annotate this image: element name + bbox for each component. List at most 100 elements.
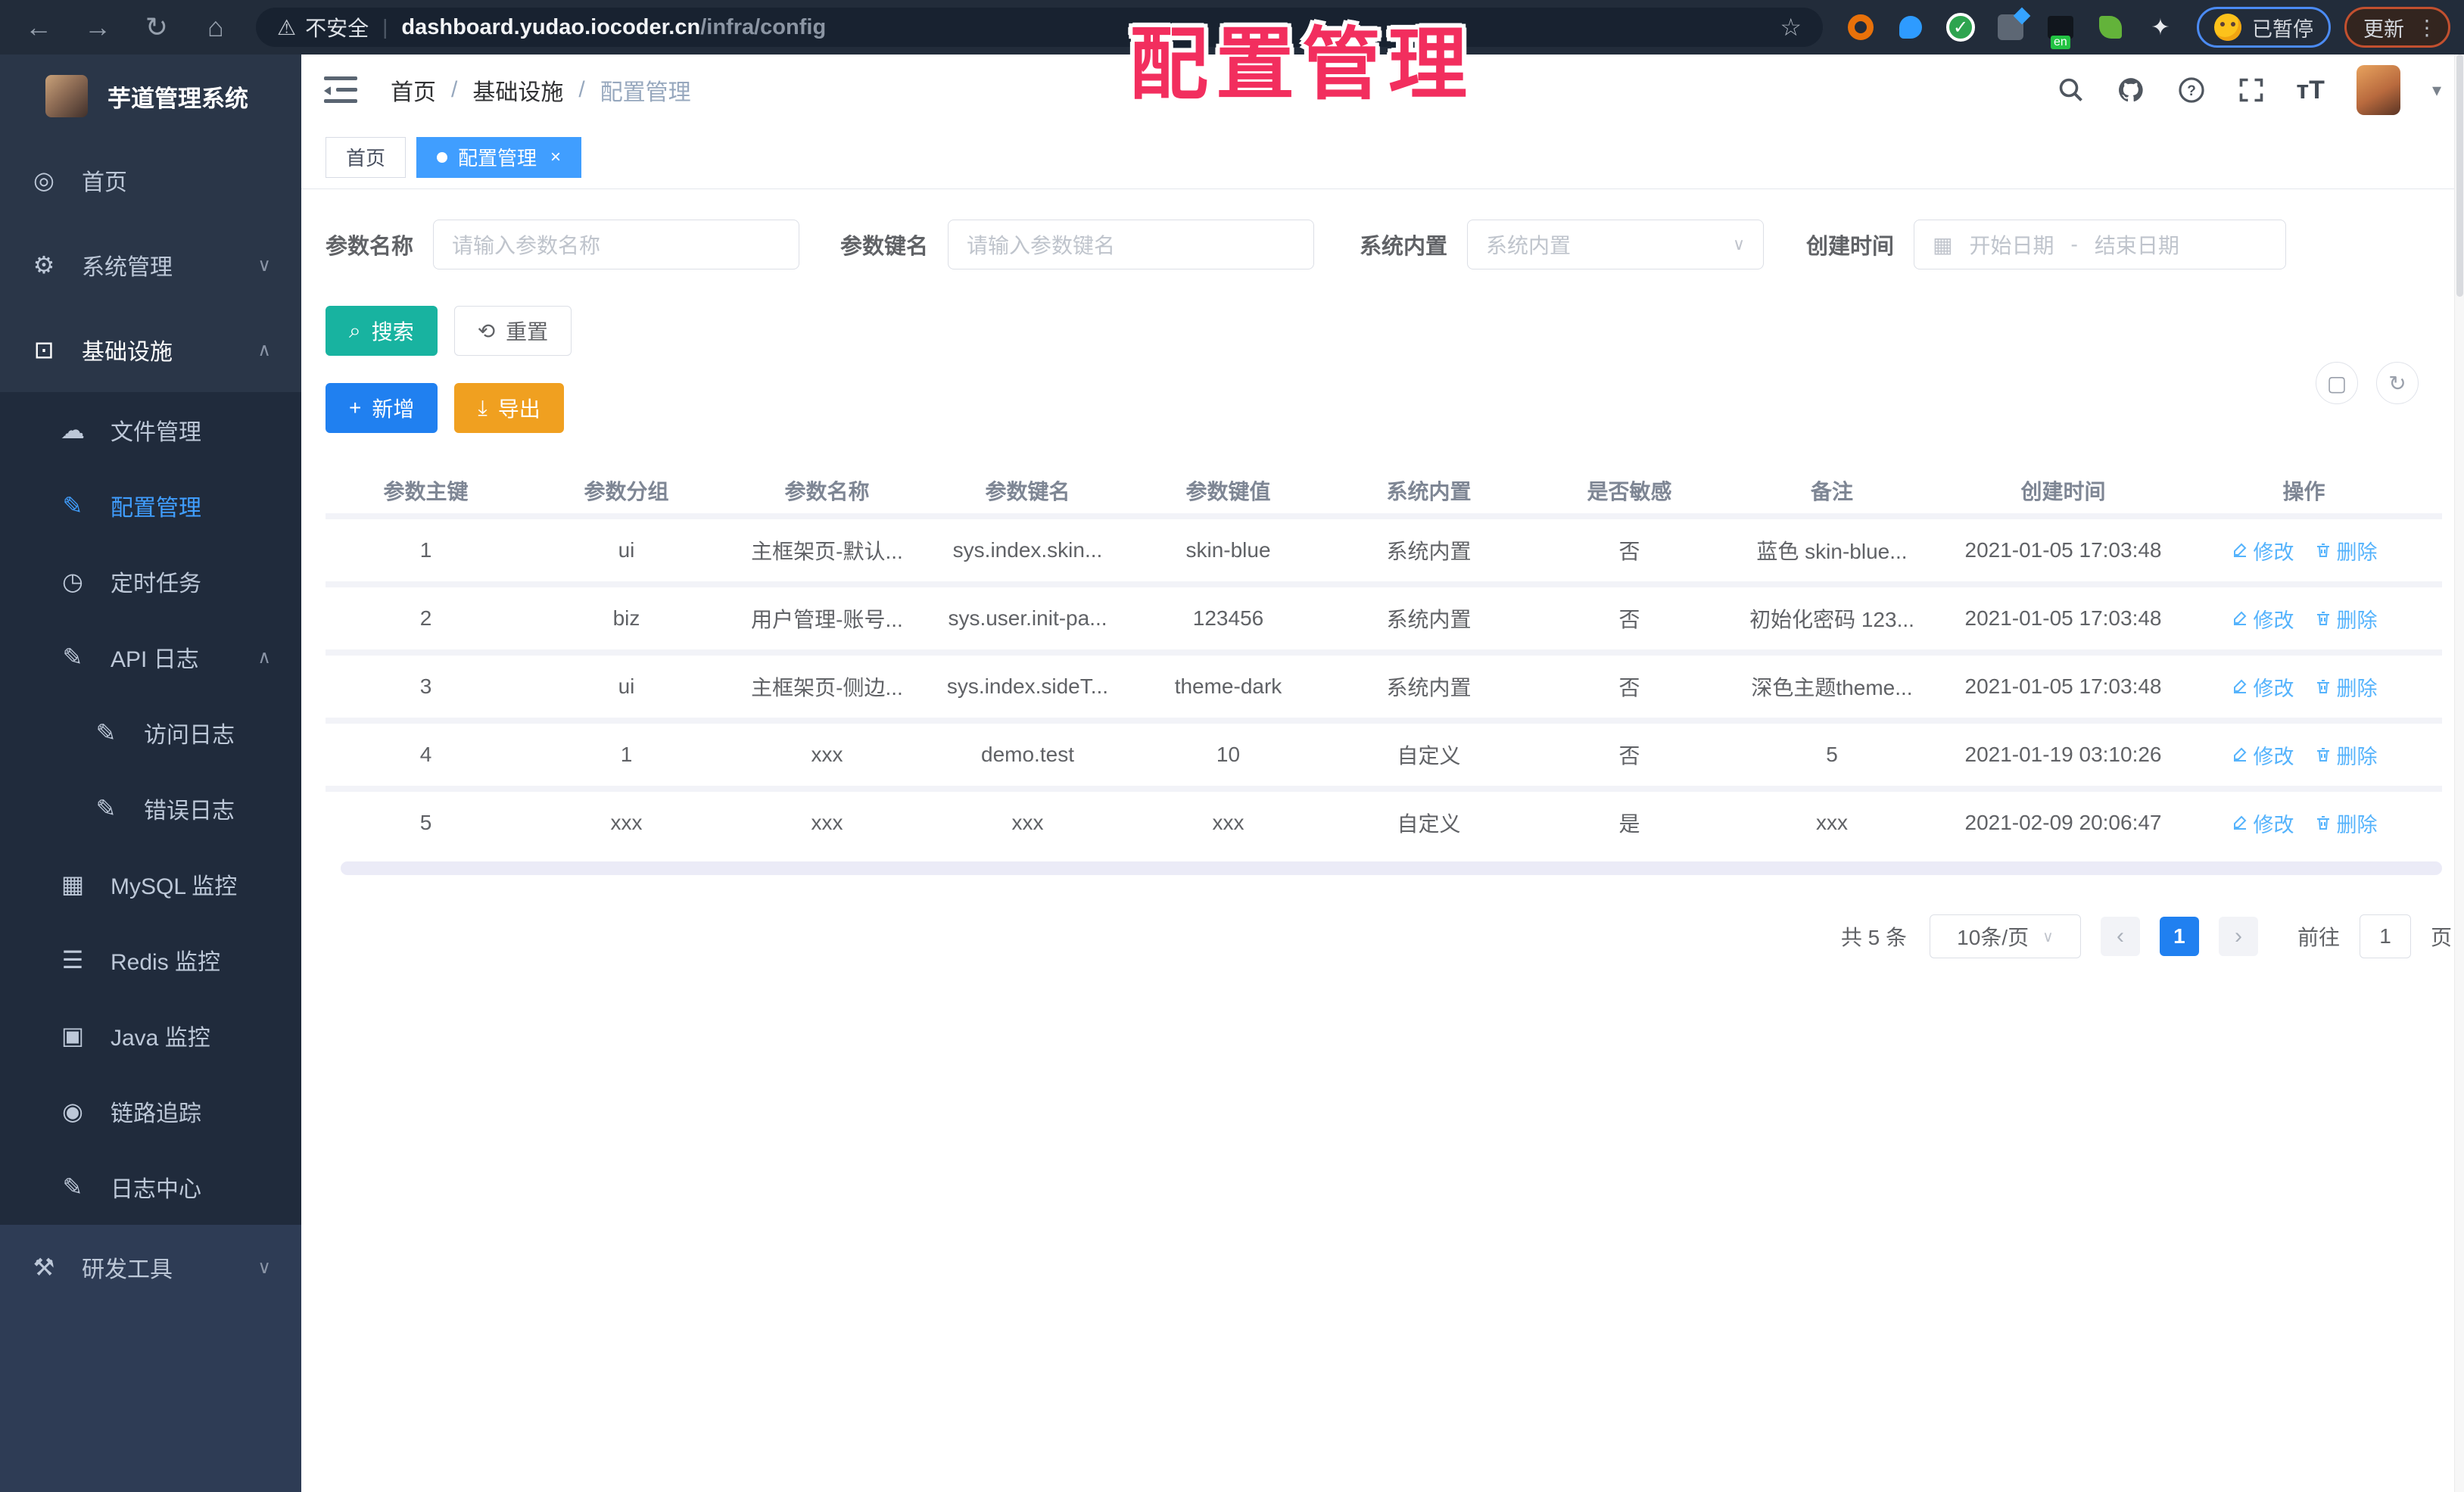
window-scrollbar[interactable] <box>2454 55 2464 1492</box>
extension-orange-icon[interactable] <box>1846 12 1876 42</box>
paused-badge[interactable]: 已暂停 <box>2197 7 2331 48</box>
dashboard-icon: ◎ <box>33 167 55 194</box>
cell-创建时间: 2021-01-05 17:03:48 <box>1964 674 2162 698</box>
delete-link[interactable]: 删除 <box>2314 740 2378 770</box>
delete-link[interactable]: 删除 <box>2314 672 2378 702</box>
reload-icon[interactable]: ↻ <box>127 11 186 43</box>
tab-close-icon[interactable]: × <box>550 147 561 168</box>
page-size-select[interactable]: 10条/页 ∨ <box>1929 914 2081 958</box>
cell-是否敏感: 是 <box>1618 812 1640 836</box>
sidebar-item-8[interactable]: ✎ 错误日志 <box>0 771 301 846</box>
scrollbar-thumb[interactable] <box>2456 55 2463 297</box>
sidebar-nav: ◎ 首页 ⚙ 系统管理 ∨ ⊡ 基础设施 ∧ ☁ 文件管理 ✎ 配置管理 ◷ 定时任务 ✎ API 日志 ∧ ✎ 访… <box>0 138 301 1225</box>
cloud-icon: ☁ <box>61 416 85 444</box>
extension-gray-icon[interactable] <box>1995 12 2026 42</box>
select-placeholder: 系统内置 <box>1486 234 1572 257</box>
reset-button[interactable]: ⟲ 重置 <box>453 306 572 356</box>
update-button[interactable]: 更新 ⋮ <box>2344 7 2450 48</box>
home-icon[interactable]: ⌂ <box>186 11 245 43</box>
sidebar-item-0[interactable]: ◎ 首页 <box>0 138 301 223</box>
cell-创建时间: 2021-01-05 17:03:48 <box>1964 606 2162 630</box>
sidebar-item-14[interactable]: ⚒ 研发工具 ∨ <box>0 1225 301 1310</box>
tab-home[interactable]: 首页 <box>326 136 407 178</box>
cell-是否敏感: 否 <box>1618 540 1640 563</box>
button-label: 导出 <box>497 397 540 421</box>
edit-link[interactable]: 修改 <box>2231 672 2294 702</box>
trace-icon: ◉ <box>62 1098 83 1125</box>
table-fullscreen-button[interactable]: ▢ <box>2316 362 2358 404</box>
extension-pin-icon[interactable] <box>1896 12 1926 42</box>
extension-translate-icon[interactable] <box>2045 12 2076 49</box>
edit-link[interactable]: 修改 <box>2231 808 2294 838</box>
date-range-picker[interactable]: ▦ 开始日期 - 结束日期 <box>1914 220 2287 269</box>
delete-link[interactable]: 删除 <box>2314 604 2378 634</box>
cell-备注: 5 <box>1826 743 1838 766</box>
cell-备注: 深色主题theme... <box>1751 676 1913 699</box>
builtin-select[interactable]: 系统内置 ∨ <box>1467 220 1765 269</box>
edit-link[interactable]: 修改 <box>2231 740 2294 770</box>
chevron-up-icon: ∧ <box>257 339 271 360</box>
cell-参数主键: 1 <box>419 538 432 562</box>
cell-参数主键: 2 <box>419 606 432 630</box>
sidebar-item-12[interactable]: ◉ 链路追踪 <box>0 1073 301 1149</box>
column-header-1: 参数分组 <box>584 480 669 503</box>
placeholder-text: 请输入参数键名 <box>967 234 1116 257</box>
font-size-icon[interactable]: ᴛT <box>2297 76 2325 105</box>
fullscreen-icon[interactable] <box>2238 76 2265 104</box>
sidebar-item-1[interactable]: ⚙ 系统管理 ∨ <box>0 223 301 307</box>
add-button[interactable]: + 新增 <box>326 383 438 433</box>
address-bar[interactable]: ⚠ 不安全 | dashboard.yudao.iocoder.cn /infr… <box>256 8 1823 47</box>
user-avatar[interactable] <box>2356 65 2400 115</box>
search-button[interactable]: ⌕ 搜索 <box>326 306 438 356</box>
column-header-9: 操作 <box>2282 480 2325 503</box>
extension-leaf-icon[interactable] <box>2095 12 2126 42</box>
edit-link[interactable]: 修改 <box>2231 536 2294 565</box>
column-header-0: 参数主键 <box>383 480 469 503</box>
browser-menu-icon[interactable]: ⋮ <box>2416 15 2438 40</box>
sidebar-item-9[interactable]: ▦ MySQL 监控 <box>0 846 301 922</box>
page-content: 参数名称 请输入参数名称 参数键名 请输入参数键名 系统内置 系统内置 ∨ 创建… <box>301 189 2464 1492</box>
sidebar-item-6[interactable]: ✎ API 日志 ∧ <box>0 619 301 695</box>
github-icon[interactable] <box>2117 76 2145 104</box>
breadcrumb-infra[interactable]: 基础设施 <box>472 73 563 107</box>
cell-参数主键: 5 <box>419 811 432 834</box>
table-horizontal-scrollbar[interactable] <box>341 861 2442 875</box>
table-refresh-button[interactable]: ↻ <box>2376 362 2419 404</box>
sidebar-item-label: 配置管理 <box>111 496 201 521</box>
forward-icon[interactable]: → <box>68 11 127 43</box>
app-title: 芋道管理系统 <box>107 85 248 112</box>
sidebar-item-3[interactable]: ☁ 文件管理 <box>0 392 301 468</box>
sidebar-fold-icon[interactable] <box>324 76 357 104</box>
prev-page-button[interactable]: ‹ <box>2100 917 2140 956</box>
sidebar-item-5[interactable]: ◷ 定时任务 <box>0 544 301 619</box>
user-menu-caret-icon[interactable]: ▾ <box>2432 79 2441 101</box>
tab-config[interactable]: 配置管理 × <box>416 136 582 178</box>
next-page-button[interactable]: › <box>2218 917 2258 956</box>
export-button[interactable]: ⤓ 导出 <box>454 383 564 433</box>
sidebar-item-7[interactable]: ✎ 访问日志 <box>0 695 301 771</box>
search-icon[interactable] <box>2057 76 2085 104</box>
edit-link[interactable]: 修改 <box>2231 604 2294 634</box>
page-size-value: 10条/页 <box>1957 926 2029 949</box>
goto-page-input[interactable] <box>2359 914 2411 958</box>
breadcrumb-home[interactable]: 首页 <box>391 73 436 107</box>
sidebar-item-11[interactable]: ▣ Java 监控 <box>0 998 301 1073</box>
sidebar-item-10[interactable]: ☰ Redis 监控 <box>0 922 301 998</box>
current-page[interactable]: 1 <box>2159 917 2199 956</box>
param-name-input[interactable]: 请输入参数名称 <box>433 220 800 269</box>
param-key-input[interactable]: 请输入参数键名 <box>948 220 1315 269</box>
back-icon[interactable]: ← <box>9 11 68 43</box>
extensions-puzzle-icon[interactable]: ✦ <box>2145 12 2176 42</box>
extension-check-icon[interactable]: ✓ <box>1945 12 1976 42</box>
delete-link[interactable]: 删除 <box>2314 536 2378 565</box>
button-label: 搜索 <box>371 320 414 344</box>
sidebar-item-4[interactable]: ✎ 配置管理 <box>0 468 301 544</box>
tools-icon: ⚒ <box>33 1254 55 1281</box>
bookmark-star-icon[interactable]: ☆ <box>1780 13 1802 42</box>
help-icon[interactable]: ? <box>2177 76 2206 104</box>
cell-参数分组: xxx <box>610 811 643 834</box>
delete-link[interactable]: 删除 <box>2314 808 2378 838</box>
sidebar-item-2[interactable]: ⊡ 基础设施 ∧ <box>0 307 301 392</box>
goto-label: 前往 <box>2297 926 2340 949</box>
sidebar-item-13[interactable]: ✎ 日志中心 <box>0 1149 301 1225</box>
